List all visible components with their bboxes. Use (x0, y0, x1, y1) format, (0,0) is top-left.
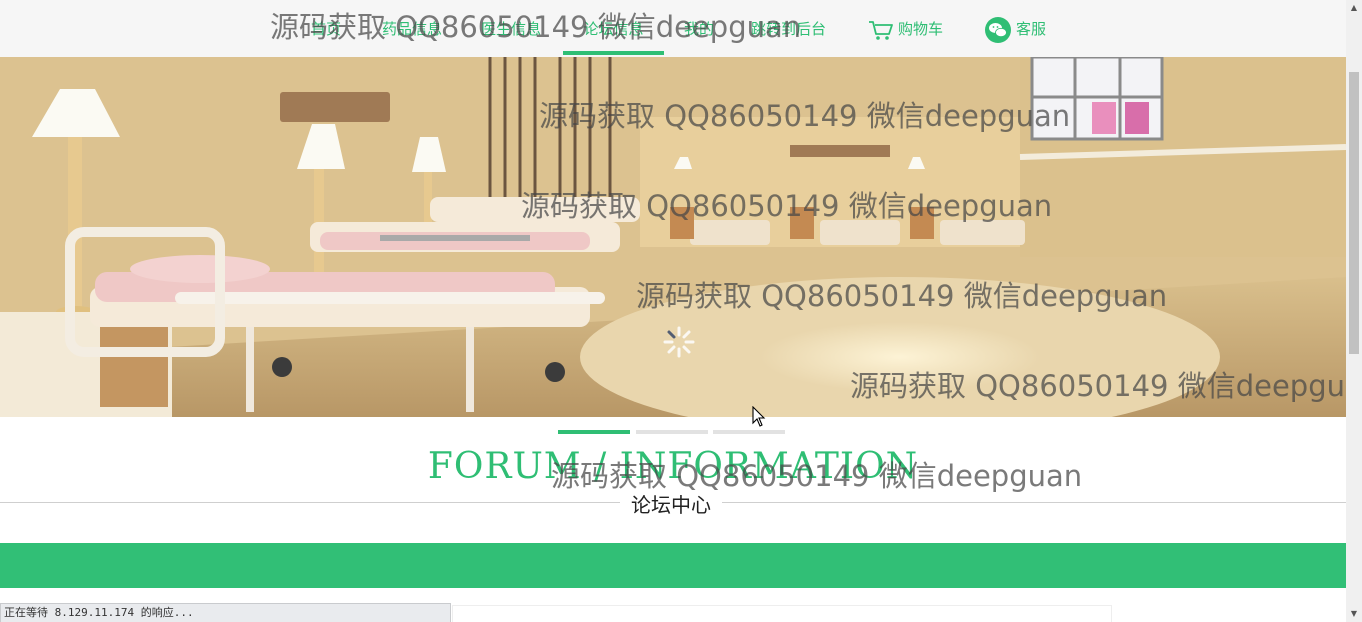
nav-service[interactable]: 客服 (984, 0, 1046, 57)
nav-admin[interactable]: 跳转到后台 (751, 0, 826, 57)
nav-doctor[interactable]: 医生信息 (481, 0, 541, 57)
vertical-scrollbar[interactable]: ▲ ▼ (1346, 0, 1362, 622)
scroll-down-icon[interactable]: ▼ (1346, 606, 1362, 622)
section-title-cn: 论坛中心 (620, 489, 722, 518)
nav-mine[interactable]: 我的 (684, 0, 714, 57)
loading-spinner-icon (663, 326, 695, 358)
nav-home[interactable]: 首页 (311, 0, 341, 57)
nav-service-label: 客服 (1016, 20, 1047, 38)
carousel-dot-2[interactable] (636, 430, 708, 434)
mouse-cursor-icon (752, 406, 766, 427)
carousel-dot-3[interactable] (713, 430, 785, 434)
forum-card (452, 605, 1112, 622)
cart-icon (869, 20, 893, 40)
nav-cart-label: 购物车 (898, 20, 944, 38)
section-title-en: FORUM / INFORMATION (427, 446, 919, 487)
wechat-icon (985, 16, 1011, 43)
browser-status-bar: 正在等待 8.129.11.174 的响应... (0, 603, 451, 622)
carousel-dot-1[interactable] (558, 430, 630, 434)
top-nav: 首页 药品信息 医生信息 论坛信息 我的 跳转到后台 购物车 客服 (0, 0, 1346, 57)
nav-medicine[interactable]: 药品信息 (382, 0, 442, 57)
scroll-thumb[interactable] (1349, 72, 1359, 354)
nav-cart[interactable]: 购物车 (868, 0, 943, 57)
nav-forum[interactable]: 论坛信息 (563, 0, 664, 57)
forum-filter-bar (0, 543, 1346, 588)
ward-illustration (0, 57, 1346, 417)
scroll-up-icon[interactable]: ▲ (1346, 0, 1362, 16)
hero-banner[interactable] (0, 57, 1346, 417)
